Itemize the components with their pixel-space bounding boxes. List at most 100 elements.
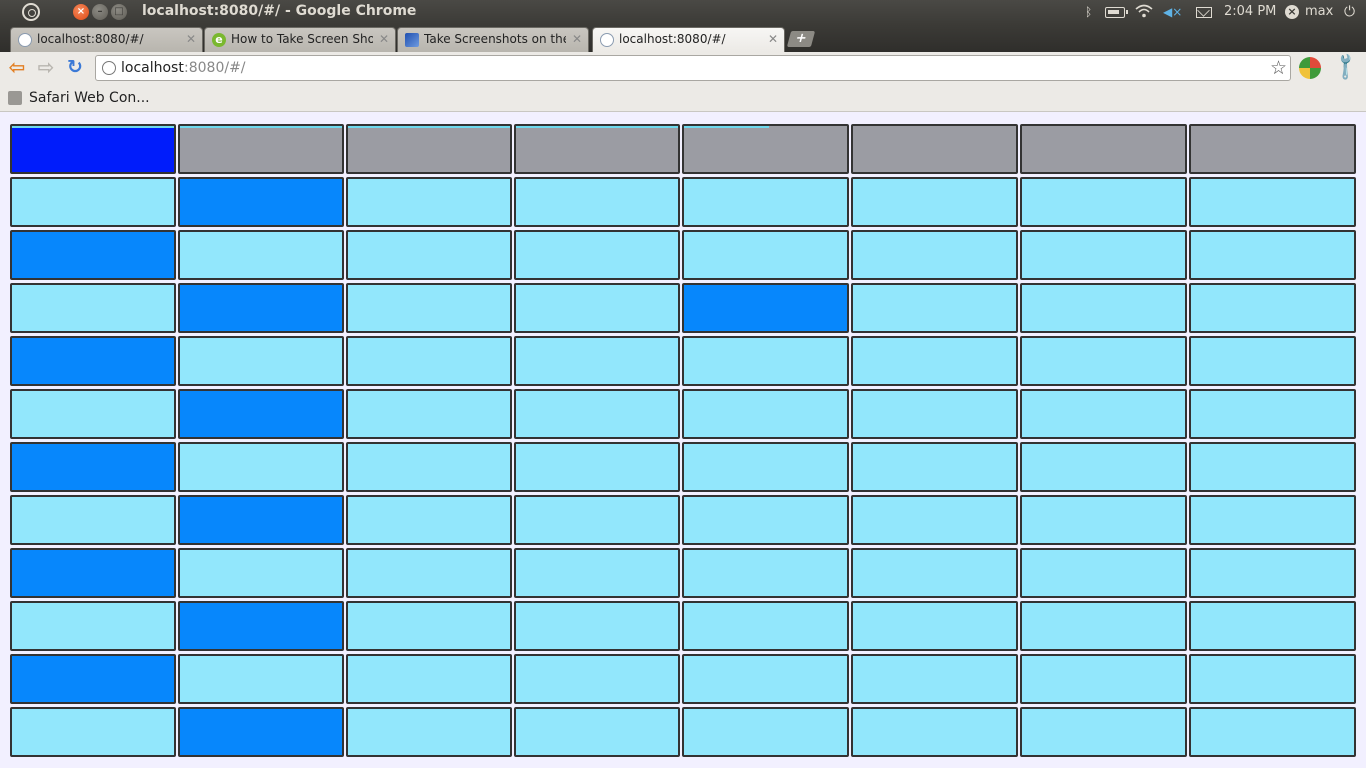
tab-close-icon[interactable]: ✕ — [572, 28, 582, 51]
window-maximize-button[interactable]: □ — [111, 4, 127, 20]
grid-cell[interactable] — [1189, 601, 1356, 651]
grid-cell[interactable] — [1020, 495, 1187, 545]
grid-cell[interactable] — [682, 442, 849, 492]
tab-close-icon[interactable]: ✕ — [379, 28, 389, 51]
grid-cell[interactable] — [1020, 442, 1187, 492]
grid-cell[interactable] — [682, 230, 849, 280]
grid-cell[interactable] — [346, 389, 512, 439]
grid-cell[interactable] — [178, 442, 344, 492]
header-cell[interactable] — [1189, 124, 1356, 174]
grid-cell[interactable] — [10, 230, 176, 280]
user-name[interactable]: max — [1305, 4, 1333, 19]
grid-cell[interactable] — [178, 707, 344, 757]
header-cell[interactable] — [346, 124, 512, 174]
grid-cell[interactable] — [682, 283, 849, 333]
grid-cell[interactable] — [514, 283, 680, 333]
grid-cell[interactable] — [682, 495, 849, 545]
address-bar[interactable]: localhost :8080/#/ ☆ — [95, 55, 1291, 81]
grid-cell[interactable] — [1189, 548, 1356, 598]
grid-cell[interactable] — [1020, 707, 1187, 757]
grid-cell[interactable] — [1189, 283, 1356, 333]
grid-cell[interactable] — [1020, 230, 1187, 280]
grid-cell[interactable] — [1189, 654, 1356, 704]
grid-cell[interactable] — [514, 707, 680, 757]
browser-tab-active[interactable]: localhost:8080/#/ ✕ — [592, 27, 785, 52]
grid-cell[interactable] — [851, 177, 1018, 227]
grid-cell[interactable] — [346, 707, 512, 757]
grid-cell[interactable] — [178, 389, 344, 439]
wrench-menu-icon[interactable]: 🔧 — [1329, 50, 1362, 83]
grid-cell[interactable] — [1189, 177, 1356, 227]
grid-cell[interactable] — [514, 548, 680, 598]
grid-cell[interactable] — [10, 177, 176, 227]
grid-cell[interactable] — [1020, 548, 1187, 598]
grid-cell[interactable] — [1189, 389, 1356, 439]
grid-cell[interactable] — [10, 707, 176, 757]
grid-cell[interactable] — [851, 389, 1018, 439]
grid-cell[interactable] — [346, 177, 512, 227]
window-close-button[interactable]: × — [73, 4, 89, 20]
grid-cell[interactable] — [10, 548, 176, 598]
grid-cell[interactable] — [851, 336, 1018, 386]
grid-cell[interactable] — [682, 389, 849, 439]
grid-cell[interactable] — [851, 548, 1018, 598]
header-cell[interactable] — [851, 124, 1018, 174]
grid-cell[interactable] — [1020, 283, 1187, 333]
grid-cell[interactable] — [851, 654, 1018, 704]
wifi-icon[interactable] — [1135, 4, 1153, 20]
grid-cell[interactable] — [682, 548, 849, 598]
back-arrow-icon[interactable]: ⇦ — [5, 56, 29, 80]
tab-close-icon[interactable]: ✕ — [768, 28, 778, 51]
grid-cell[interactable] — [346, 442, 512, 492]
grid-cell[interactable] — [851, 230, 1018, 280]
grid-cell[interactable] — [1020, 336, 1187, 386]
grid-cell[interactable] — [1189, 336, 1356, 386]
grid-cell[interactable] — [1189, 442, 1356, 492]
grid-cell[interactable] — [682, 707, 849, 757]
power-icon[interactable]: ⏻ — [1344, 4, 1355, 20]
grid-cell[interactable] — [514, 442, 680, 492]
grid-cell[interactable] — [1189, 495, 1356, 545]
grid-cell[interactable] — [346, 230, 512, 280]
grid-cell[interactable] — [1020, 601, 1187, 651]
grid-cell[interactable] — [10, 389, 176, 439]
user-status-icon[interactable]: × — [1285, 5, 1299, 19]
grid-cell[interactable] — [178, 654, 344, 704]
window-minimize-button[interactable]: – — [92, 4, 108, 20]
grid-cell[interactable] — [1020, 389, 1187, 439]
browser-tab[interactable]: localhost:8080/#/ ✕ — [10, 27, 203, 52]
header-cell[interactable] — [682, 124, 849, 174]
grid-cell[interactable] — [10, 283, 176, 333]
grid-cell[interactable] — [514, 230, 680, 280]
grid-cell[interactable] — [10, 336, 176, 386]
grid-cell[interactable] — [851, 442, 1018, 492]
grid-cell[interactable] — [514, 654, 680, 704]
grid-cell[interactable] — [1020, 654, 1187, 704]
forward-arrow-icon[interactable]: ⇨ — [34, 56, 58, 80]
grid-cell[interactable] — [10, 442, 176, 492]
header-cell[interactable] — [1020, 124, 1187, 174]
grid-cell[interactable] — [178, 548, 344, 598]
grid-cell[interactable] — [346, 548, 512, 598]
grid-cell[interactable] — [10, 654, 176, 704]
new-tab-button[interactable]: + — [786, 31, 816, 47]
grid-cell[interactable] — [851, 601, 1018, 651]
grid-cell[interactable] — [10, 601, 176, 651]
header-cell[interactable] — [10, 124, 176, 174]
grid-cell[interactable] — [178, 230, 344, 280]
mail-icon[interactable] — [1196, 7, 1212, 18]
browser-tab[interactable]: e How to Take Screen Shot o ✕ — [204, 27, 396, 52]
grid-cell[interactable] — [851, 495, 1018, 545]
tab-close-icon[interactable]: ✕ — [186, 28, 196, 51]
grid-cell[interactable] — [178, 336, 344, 386]
grid-cell[interactable] — [851, 707, 1018, 757]
grid-cell[interactable] — [178, 283, 344, 333]
grid-cell[interactable] — [514, 389, 680, 439]
grid-cell[interactable] — [851, 283, 1018, 333]
grid-cell[interactable] — [346, 336, 512, 386]
reload-icon[interactable]: ↻ — [63, 56, 87, 80]
grid-cell[interactable] — [346, 601, 512, 651]
battery-icon[interactable] — [1105, 7, 1128, 18]
bookmark-star-icon[interactable]: ☆ — [1270, 57, 1287, 79]
grid-cell[interactable] — [514, 177, 680, 227]
